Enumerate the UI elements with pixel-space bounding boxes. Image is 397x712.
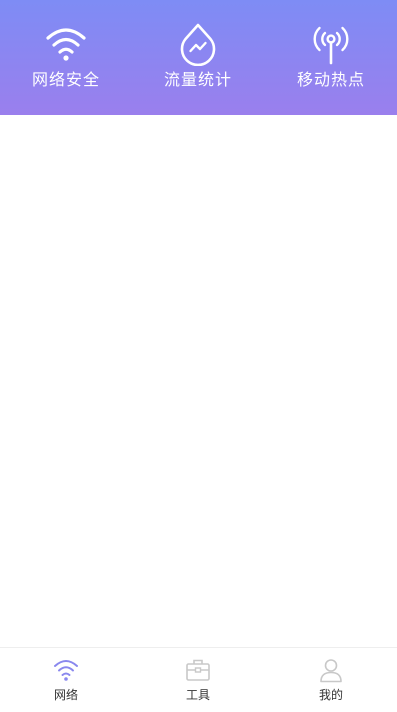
tab-network-label: 网络 [53,688,78,702]
tab-network[interactable]: 网络 [0,656,132,708]
mobile-hotspot-button[interactable]: 移动热点 [265,22,397,102]
user-icon [320,659,342,683]
tab-profile-label: 我的 [318,688,343,702]
traffic-stats-button[interactable]: 流量统计 [132,22,264,102]
network-security-button[interactable]: 网络安全 [0,22,132,102]
toolbox-icon [186,659,210,681]
tab-tools-label: 工具 [185,688,210,702]
hotspot-antenna-icon [313,26,349,65]
tab-tools[interactable]: 工具 [132,656,264,708]
data-drop-icon [180,23,216,66]
network-security-label: 网络安全 [31,70,100,89]
top-feature-bar: 网络安全 流量统计 移动热点 [0,0,397,115]
tab-profile[interactable]: 我的 [265,656,397,708]
app-screen: 网络安全 流量统计 移动热点 网络 工具 我的 [0,0,397,712]
bottom-tab-bar: 网络 工具 我的 [0,647,397,712]
traffic-stats-label: 流量统计 [163,70,232,89]
main-content-area [0,115,397,647]
mobile-hotspot-label: 移动热点 [296,70,365,89]
wifi-icon [54,660,78,681]
wifi-icon [46,28,86,61]
